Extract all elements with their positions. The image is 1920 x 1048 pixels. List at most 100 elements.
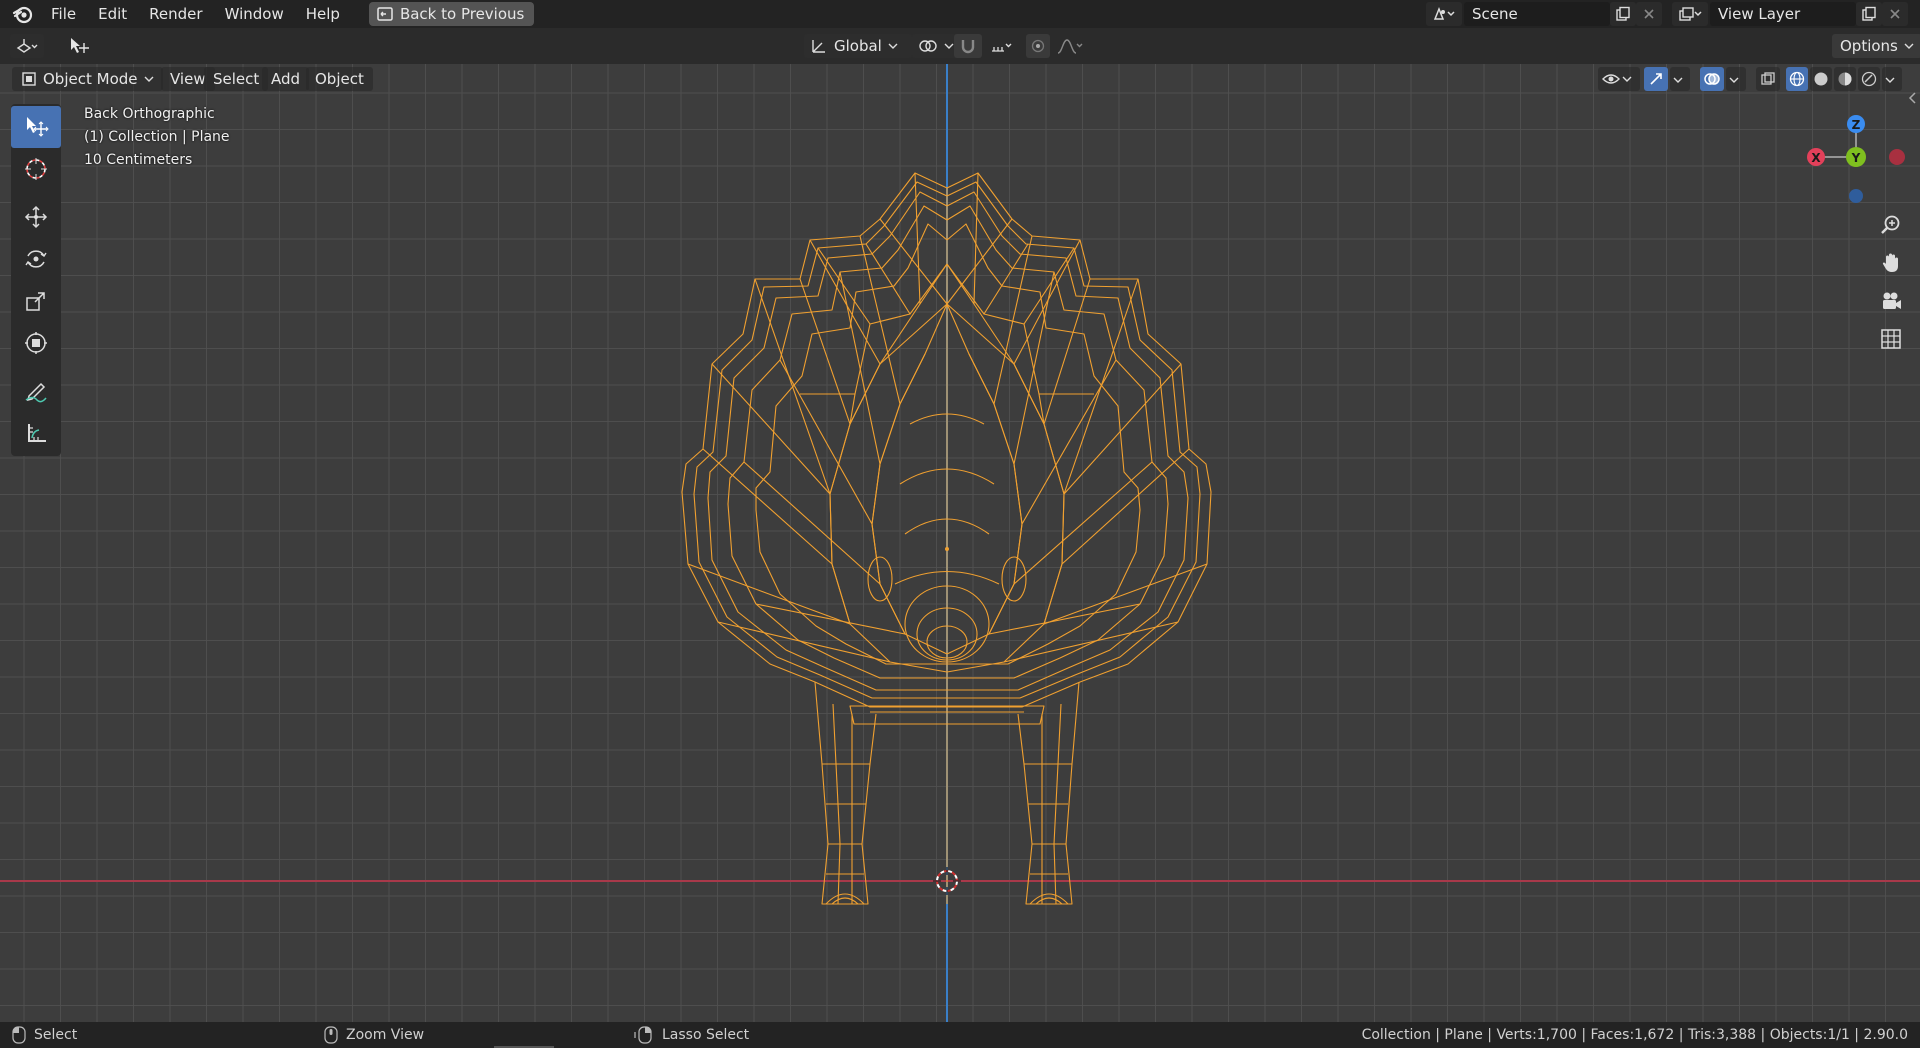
scene-selector: Scene bbox=[1426, 2, 1662, 26]
gizmo-y-label: Y bbox=[1851, 151, 1861, 165]
3d-viewport-icon bbox=[16, 39, 38, 53]
status-lasso-label: Lasso Select bbox=[662, 1027, 750, 1043]
sidebar-expand-icon[interactable] bbox=[1908, 91, 1918, 105]
scale-tool[interactable] bbox=[11, 280, 61, 322]
rotate-tool[interactable] bbox=[11, 238, 61, 280]
move-tool[interactable] bbox=[11, 196, 61, 238]
xray-icon bbox=[1761, 72, 1775, 85]
menu-render[interactable]: Render bbox=[138, 0, 213, 28]
camera-view-button[interactable] bbox=[1874, 284, 1908, 318]
menu-help[interactable]: Help bbox=[295, 0, 351, 28]
shading-wireframe-button[interactable] bbox=[1786, 67, 1808, 91]
transform-orientation-label: Global bbox=[834, 37, 882, 55]
rendered-shading-icon bbox=[1861, 71, 1877, 87]
xray-toggle-button[interactable] bbox=[1756, 67, 1780, 91]
shading-material-button[interactable] bbox=[1834, 67, 1856, 91]
menu-edit[interactable]: Edit bbox=[87, 0, 138, 28]
viewport-menu-select[interactable]: Select bbox=[204, 67, 269, 91]
gizmo-toggle-button[interactable] bbox=[1644, 67, 1668, 91]
mouse-middle-icon bbox=[324, 1026, 338, 1044]
select-box-icon bbox=[27, 117, 49, 137]
select-box-mode-button[interactable] bbox=[66, 34, 92, 58]
gizmo-neg-x-axis[interactable] bbox=[1889, 149, 1905, 165]
scale-icon bbox=[26, 292, 45, 311]
options-label: Options bbox=[1840, 37, 1898, 55]
zoom-view-button[interactable] bbox=[1874, 208, 1908, 242]
status-hint-select: Select bbox=[12, 1022, 77, 1048]
shading-rendered-button[interactable] bbox=[1858, 67, 1880, 91]
transform-orientation-dropdown[interactable]: Global bbox=[804, 34, 912, 58]
select-cursor-icon bbox=[71, 38, 89, 53]
pan-view-button[interactable] bbox=[1874, 246, 1908, 280]
3d-cursor-icon[interactable] bbox=[932, 866, 962, 896]
delete-scene-button[interactable] bbox=[1636, 2, 1662, 26]
snap-target-dropdown[interactable] bbox=[984, 34, 1018, 58]
select-box-tool[interactable] bbox=[11, 106, 61, 148]
gizmo-icon bbox=[1650, 73, 1662, 85]
editor-type-dropdown[interactable] bbox=[10, 34, 44, 58]
scene-name-field[interactable]: Scene bbox=[1464, 2, 1610, 26]
new-view-layer-button[interactable] bbox=[1856, 2, 1882, 26]
shading-dropdown[interactable] bbox=[1882, 67, 1902, 91]
top-menu-bar: File Edit Render Window Help Back to Pre… bbox=[0, 0, 1920, 28]
view-layer-selector: View Layer bbox=[1672, 2, 1908, 26]
eye-icon bbox=[1602, 74, 1620, 84]
blender-logo-icon[interactable] bbox=[12, 3, 34, 25]
snap-toggle-button[interactable] bbox=[954, 34, 982, 58]
move-icon bbox=[24, 205, 48, 229]
menu-window[interactable]: Window bbox=[214, 0, 295, 28]
snap-increment-icon bbox=[992, 43, 1012, 52]
chevron-down-icon bbox=[144, 76, 153, 82]
gizmo-neg-z-axis[interactable] bbox=[1849, 189, 1863, 203]
tool-header: Global Options bbox=[0, 28, 1920, 64]
grid-icon bbox=[1881, 329, 1901, 349]
options-dropdown[interactable]: Options bbox=[1832, 34, 1920, 58]
object-mode-icon bbox=[22, 72, 36, 86]
annotate-tool[interactable] bbox=[11, 370, 61, 412]
transform-icon bbox=[25, 332, 47, 354]
grid-scale-label: 10 Centimeters bbox=[84, 152, 193, 168]
zoom-icon bbox=[1881, 215, 1900, 234]
screen-back-icon bbox=[377, 7, 393, 21]
gizmo-z-label: Z bbox=[1852, 118, 1861, 132]
visibility-dropdown[interactable] bbox=[1598, 67, 1640, 91]
measure-ruler-icon bbox=[28, 424, 46, 442]
viewport-menu-add[interactable]: Add bbox=[262, 67, 310, 91]
3d-viewport[interactable]: Object Mode View Select Add Object Back … bbox=[0, 64, 1920, 1022]
cursor-tool[interactable] bbox=[11, 148, 61, 190]
pivot-point-icon bbox=[919, 40, 937, 52]
view-layer-browse-button[interactable] bbox=[1672, 2, 1708, 26]
view-name-label: Back Orthographic bbox=[84, 106, 215, 122]
menu-file[interactable]: File bbox=[40, 0, 87, 28]
tool-shelf bbox=[11, 104, 61, 456]
ortho-perspective-toggle-button[interactable] bbox=[1874, 322, 1908, 356]
transform-tool[interactable] bbox=[11, 322, 61, 364]
gizmo-x-label: X bbox=[1811, 151, 1821, 165]
proportional-falloff-dropdown[interactable] bbox=[1052, 34, 1088, 58]
solid-shading-icon bbox=[1814, 72, 1828, 86]
view-layer-icon bbox=[1679, 7, 1702, 21]
measure-tool[interactable] bbox=[11, 412, 61, 454]
view-layer-name-field[interactable]: View Layer bbox=[1710, 2, 1856, 26]
gizmo-dropdown[interactable] bbox=[1670, 67, 1690, 91]
overlays-dropdown[interactable] bbox=[1726, 67, 1746, 91]
close-icon bbox=[1890, 9, 1900, 19]
material-preview-icon bbox=[1838, 72, 1852, 86]
chevron-down-icon bbox=[1904, 43, 1914, 49]
duplicate-icon bbox=[1616, 6, 1630, 21]
status-hint-lasso: Lasso Select bbox=[634, 1022, 749, 1048]
delete-view-layer-button[interactable] bbox=[1882, 2, 1908, 26]
navigation-gizmo[interactable]: Y Z X bbox=[1800, 104, 1910, 214]
scene-browse-button[interactable] bbox=[1426, 2, 1462, 26]
interaction-mode-label: Object Mode bbox=[43, 70, 138, 88]
overlays-toggle-button[interactable] bbox=[1700, 67, 1724, 91]
magnet-icon bbox=[961, 40, 975, 54]
viewport-menu-object[interactable]: Object bbox=[306, 67, 373, 91]
new-scene-button[interactable] bbox=[1610, 2, 1636, 26]
interaction-mode-dropdown[interactable]: Object Mode bbox=[12, 67, 163, 91]
status-bar: Select Zoom View Lasso Select Collection… bbox=[0, 1022, 1920, 1048]
shading-solid-button[interactable] bbox=[1810, 67, 1832, 91]
camera-icon bbox=[1883, 292, 1901, 309]
back-to-previous-button[interactable]: Back to Previous bbox=[368, 2, 535, 26]
proportional-editing-button[interactable] bbox=[1026, 34, 1050, 58]
